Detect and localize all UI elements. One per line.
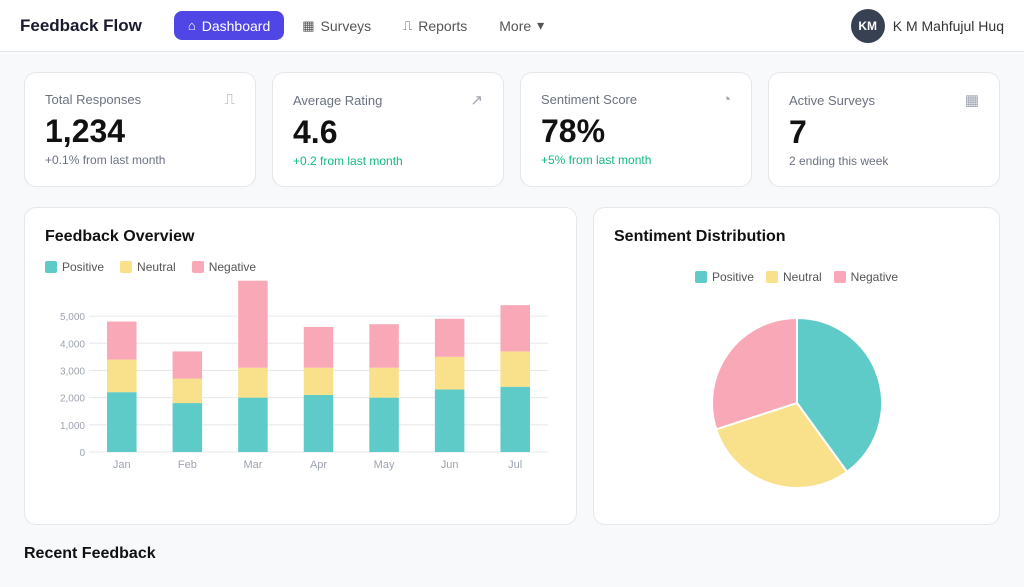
legend-neutral: Neutral xyxy=(120,260,176,274)
navbar: Feedback Flow ⌂ Dashboard ▦ Surveys ⎍ Re… xyxy=(0,0,1024,52)
svg-text:Feb: Feb xyxy=(178,459,197,471)
pie-chart-area: Positive Neutral Negative xyxy=(614,260,979,498)
legend-positive: Positive xyxy=(45,260,104,274)
metric-label-total: Total Responses xyxy=(45,92,141,107)
svg-text:1,000: 1,000 xyxy=(60,421,85,432)
metric-sentiment-score: Sentiment Score ◔ 78% +5% from last mont… xyxy=(520,72,752,187)
metric-value-active: 7 xyxy=(789,115,979,150)
pie-legend: Positive Neutral Negative xyxy=(695,270,898,284)
nav-surveys[interactable]: ▦ Surveys xyxy=(288,11,385,40)
pie-neutral-dot xyxy=(766,271,778,283)
metric-sub-rating: +0.2 from last month xyxy=(293,154,483,168)
metric-sub-active: 2 ending this week xyxy=(789,154,979,168)
pie-chart-title: Sentiment Distribution xyxy=(614,228,979,246)
svg-text:0: 0 xyxy=(79,448,85,459)
metric-value-sentiment: 78% xyxy=(541,114,731,149)
negative-dot xyxy=(192,261,204,273)
reports-icon: ⎍ xyxy=(403,18,412,34)
bar-chart-area: 0 1,000 2,000 3,000 4,000 5,000 Jan Feb Mar Apr Ma… xyxy=(45,284,556,504)
pie-icon: ◔ xyxy=(722,91,731,108)
pie-legend-positive: Positive xyxy=(695,270,754,284)
metric-active-surveys: Active Surveys ▦ 7 2 ending this week xyxy=(768,72,1000,187)
pie-negative-dot xyxy=(834,271,846,283)
neutral-dot xyxy=(120,261,132,273)
metrics-row: Total Responses ⎍ 1,234 +0.1% from last … xyxy=(24,72,1000,187)
chevron-down-icon: ▾ xyxy=(537,17,544,34)
pie-svg xyxy=(687,298,907,498)
nav-more[interactable]: More ▾ xyxy=(485,11,558,40)
svg-text:Jan: Jan xyxy=(113,459,131,471)
metric-value-rating: 4.6 xyxy=(293,115,483,150)
svg-text:Jul: Jul xyxy=(508,459,522,471)
svg-text:Jun: Jun xyxy=(441,459,459,471)
bar-chart-legend: Positive Neutral Negative xyxy=(45,260,556,274)
svg-text:5,000: 5,000 xyxy=(60,312,85,323)
metric-label-rating: Average Rating xyxy=(293,93,382,108)
svg-text:2,000: 2,000 xyxy=(60,394,85,405)
grid-icon: ▦ xyxy=(965,91,979,109)
svg-text:Apr: Apr xyxy=(310,459,327,471)
metric-label-active: Active Surveys xyxy=(789,93,875,108)
metric-value-total: 1,234 xyxy=(45,114,235,149)
pie-chart-card: Sentiment Distribution Positive Neutral … xyxy=(593,207,1000,525)
svg-text:May: May xyxy=(374,459,395,471)
legend-negative: Negative xyxy=(192,260,256,274)
surveys-icon: ▦ xyxy=(302,18,314,34)
metric-average-rating: Average Rating ↗ 4.6 +0.2 from last mont… xyxy=(272,72,504,187)
svg-text:3,000: 3,000 xyxy=(60,367,85,378)
svg-text:4,000: 4,000 xyxy=(60,339,85,350)
nav-reports[interactable]: ⎍ Reports xyxy=(389,11,481,40)
bar-chart-title: Feedback Overview xyxy=(45,228,556,246)
nav-right: KM K M Mahfujul Huq xyxy=(851,9,1004,43)
trend-up-icon: ↗ xyxy=(470,91,483,109)
svg-text:Mar: Mar xyxy=(243,459,262,471)
positive-dot xyxy=(45,261,57,273)
brand-logo: Feedback Flow xyxy=(20,16,142,36)
pie-legend-neutral: Neutral xyxy=(766,270,822,284)
metric-label-sentiment: Sentiment Score xyxy=(541,92,637,107)
pie-legend-negative: Negative xyxy=(834,270,898,284)
main-content: Total Responses ⎍ 1,234 +0.1% from last … xyxy=(0,52,1024,587)
nav-items: ⌂ Dashboard ▦ Surveys ⎍ Reports More ▾ xyxy=(174,11,851,40)
metric-sub-sentiment: +5% from last month xyxy=(541,153,731,167)
bar-chart-card: Feedback Overview Positive Neutral Negat… xyxy=(24,207,577,525)
charts-row: Feedback Overview Positive Neutral Negat… xyxy=(24,207,1000,525)
recent-section-title: Recent Feedback xyxy=(24,545,1000,563)
pie-positive-dot xyxy=(695,271,707,283)
metric-sub-total: +0.1% from last month xyxy=(45,153,235,167)
user-name: K M Mahfujul Huq xyxy=(893,18,1004,34)
home-icon: ⌂ xyxy=(188,18,196,33)
avatar[interactable]: KM xyxy=(851,9,885,43)
nav-dashboard[interactable]: ⌂ Dashboard xyxy=(174,11,284,40)
metric-total-responses: Total Responses ⎍ 1,234 +0.1% from last … xyxy=(24,72,256,187)
bar-chart-icon: ⎍ xyxy=(224,91,235,108)
